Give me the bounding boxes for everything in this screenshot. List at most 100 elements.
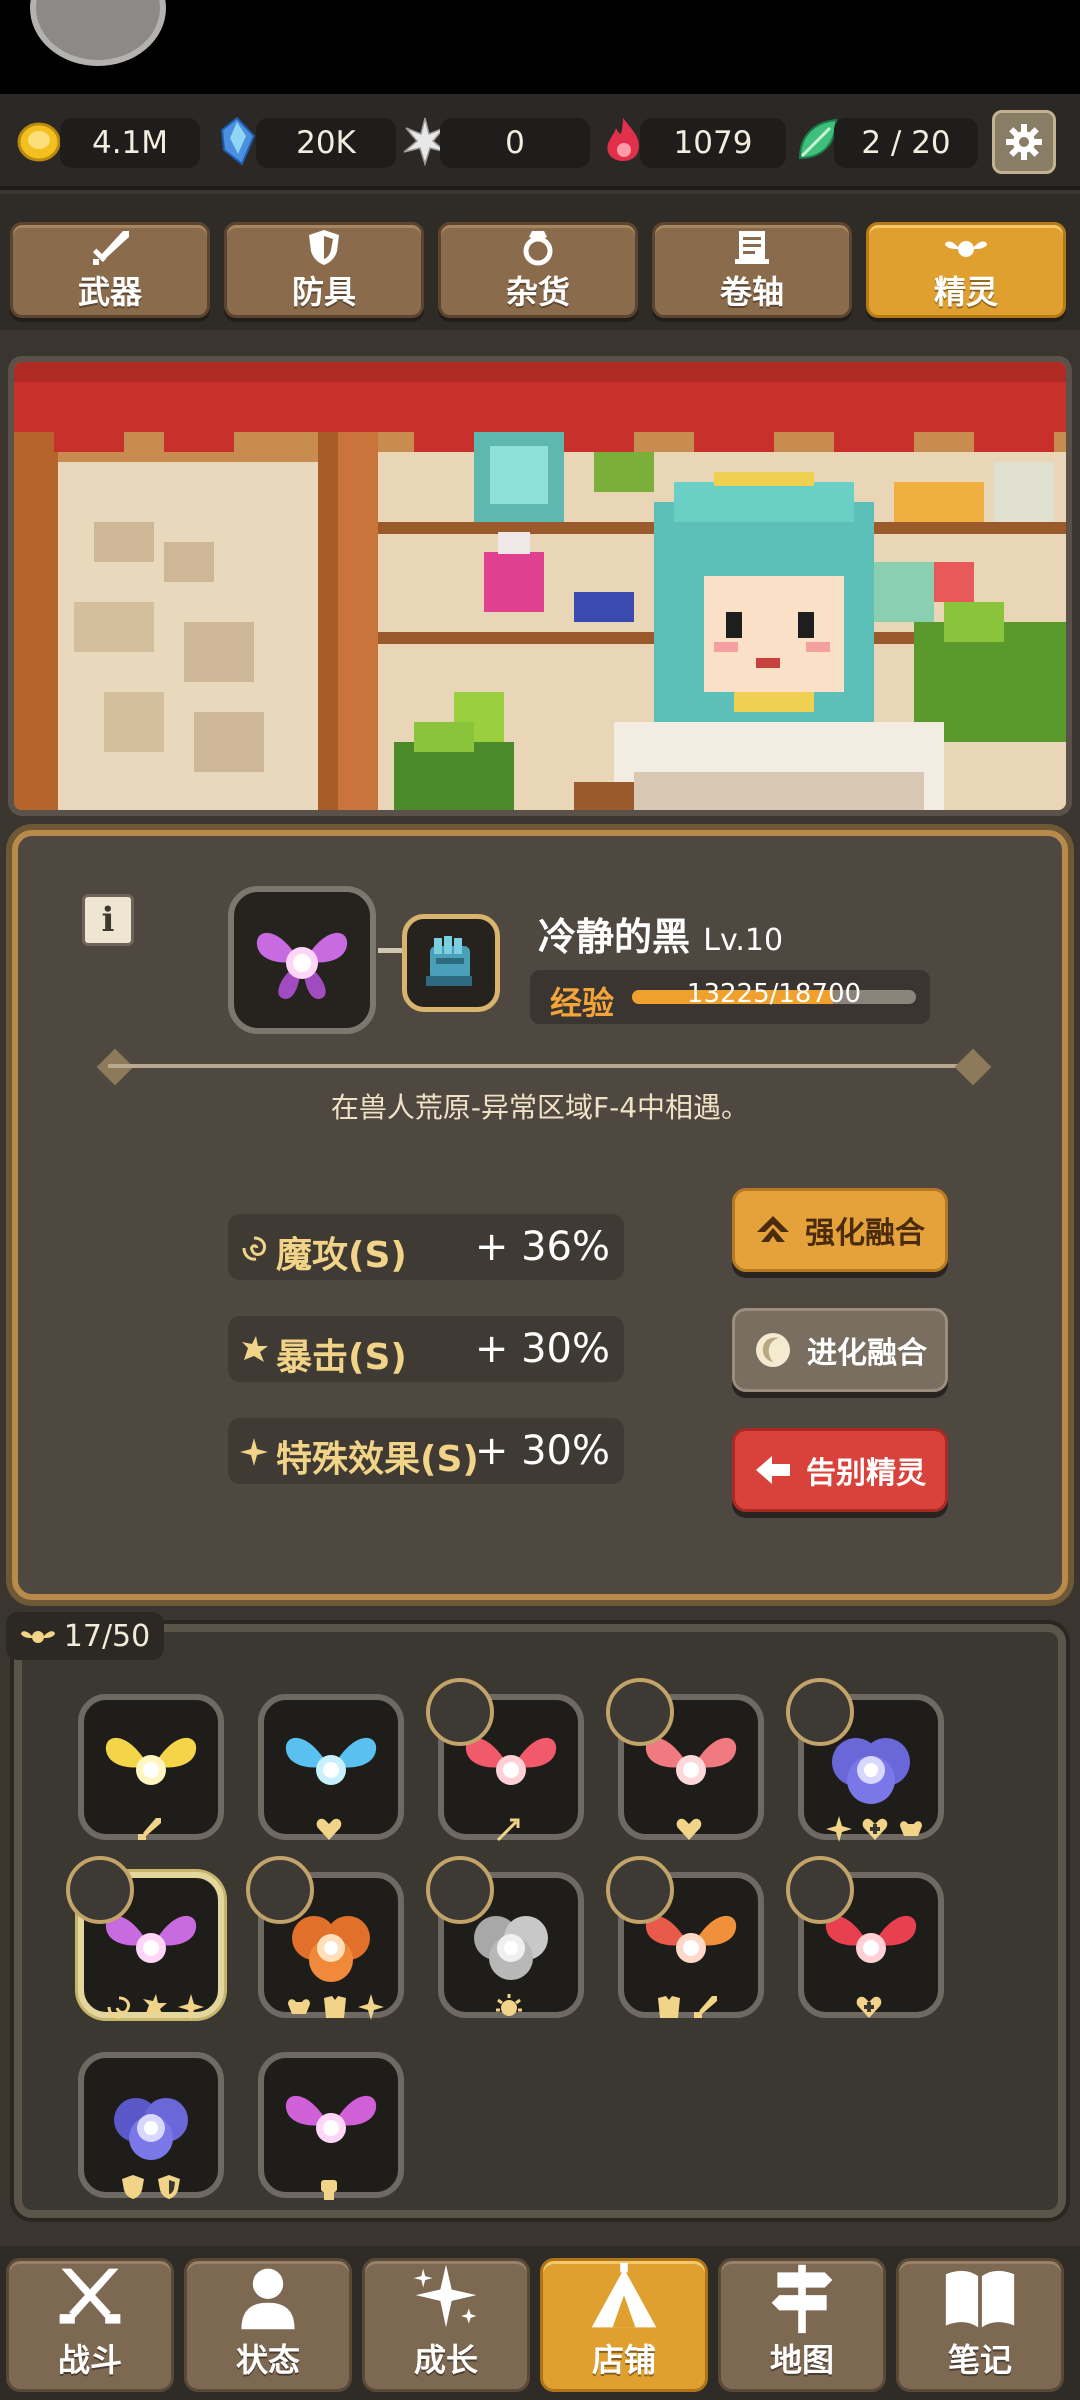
exp-box: 经验 13225/18700 <box>530 970 930 1024</box>
nav-growth[interactable]: 成长 <box>362 2258 530 2392</box>
tab-weapons[interactable]: 武器 <box>10 222 210 318</box>
shield-tag-icon <box>158 2175 180 2199</box>
link-connector <box>378 948 402 953</box>
item-badge <box>426 1678 494 1746</box>
tab-scrolls[interactable]: 卷轴 <box>652 222 852 318</box>
gold-coin-icon <box>17 122 61 162</box>
leaf-amount: 2 / 20 <box>834 118 978 168</box>
crit-tag-icon <box>143 1994 167 2018</box>
sparkle-icon <box>240 1438 268 1466</box>
tab-goods[interactable]: 杂货 <box>438 222 638 318</box>
blue-crystal-icon <box>220 116 256 166</box>
violet-spirit-icon <box>114 2098 188 2160</box>
shopkeeper-pixel-art <box>14 362 1066 810</box>
stat-magic-attack: 魔攻(S) + 36% <box>228 1214 624 1280</box>
heart-tag-icon <box>316 1818 342 1840</box>
spirit-level: Lv.10 <box>703 923 784 958</box>
currency-bar: 4.1M 20K 0 1079 2 / 20 <box>0 94 1080 190</box>
nav-status[interactable]: 状态 <box>184 2258 352 2392</box>
spirit-portrait[interactable] <box>228 886 376 1034</box>
category-tabs: 武器 防具 杂货 卷轴 精灵 <box>0 194 1080 330</box>
arrow-left-icon <box>756 1456 790 1484</box>
magic-swirl-icon <box>242 1236 266 1261</box>
exp-value: 13225/18700 <box>686 979 862 1009</box>
divider-diamond-right <box>954 1048 992 1086</box>
slot-tags <box>284 1992 386 2026</box>
shield-icon <box>309 230 339 265</box>
sword-tag-icon <box>138 1818 161 1840</box>
double-arrow-up-icon <box>757 1216 789 1242</box>
item-badge <box>66 1856 134 1924</box>
nav-map[interactable]: 地图 <box>718 2258 886 2392</box>
slot-tags <box>314 1814 344 1848</box>
scroll-icon <box>735 231 769 264</box>
sparkle-tag-icon <box>826 1816 852 1842</box>
yellow-fairy-icon <box>105 1737 197 1785</box>
muscle-tag-icon <box>288 1999 310 2014</box>
shop-scene <box>8 356 1072 816</box>
sparkle-tag-icon <box>358 1994 384 2020</box>
moon-orb-icon <box>756 1333 790 1367</box>
bottom-nav: 战斗 状态 成长 店铺 地图 笔记 <box>0 2246 1080 2400</box>
slot-tags <box>118 2172 184 2206</box>
heart-plus-tag-icon <box>856 1996 882 2018</box>
book-icon <box>945 2270 1015 2328</box>
nav-battle[interactable]: 战斗 <box>6 2258 174 2392</box>
arrow-tag-icon <box>496 1818 520 1842</box>
exp-label: 经验 <box>550 984 615 1022</box>
info-button[interactable]: i <box>82 894 134 946</box>
crystal-amount: 20K <box>256 118 396 168</box>
slot-tags <box>314 2172 344 2206</box>
gold-amount: 4.1M <box>60 118 200 168</box>
divider <box>108 1064 968 1068</box>
pink-fairy-icon <box>256 932 348 999</box>
ring-icon <box>523 231 553 266</box>
enhance-fusion-button[interactable]: 强化融合 <box>732 1188 948 1272</box>
stat-critical: 暴击(S) + 30% <box>228 1316 624 1382</box>
slot-tags <box>494 1992 524 2026</box>
slot-tags <box>824 1814 926 1848</box>
spirit-detail-panel: i 冷静的黑 Lv.10 经验 13225/18700 在兽人荒原-异常区域F-… <box>12 830 1068 1600</box>
magic-swirl-tag-icon <box>107 1996 130 2019</box>
crossed-swords-icon <box>59 2268 121 2324</box>
spirit-count-badge: 17/50 <box>6 1612 164 1660</box>
sword-icon <box>92 231 129 265</box>
nav-shop[interactable]: 店铺 <box>540 2258 708 2392</box>
slot-tags <box>674 1814 704 1848</box>
nav-notes[interactable]: 笔记 <box>896 2258 1064 2392</box>
sparkle-tag-icon <box>178 1994 204 2020</box>
spirit-icon <box>945 241 987 257</box>
star-amount: 0 <box>440 118 590 168</box>
sword-tag-icon <box>694 1996 717 2018</box>
slot-tags <box>104 1992 206 2026</box>
gauntlet-icon <box>426 936 472 986</box>
settings-button[interactable] <box>992 110 1056 174</box>
release-spirit-button[interactable]: 告别精灵 <box>732 1428 948 1512</box>
armor-tag-icon <box>324 1996 346 2018</box>
burst-tag-icon <box>496 1994 522 2016</box>
item-badge <box>786 1678 854 1746</box>
item-badge <box>426 1856 494 1924</box>
slot-tags <box>494 1814 524 1848</box>
flame-amount: 1079 <box>640 118 786 168</box>
stat-special-effect: 特殊效果(S) + 30% <box>228 1418 624 1484</box>
tab-armor[interactable]: 防具 <box>224 222 424 318</box>
item-badge <box>246 1856 314 1924</box>
heart-plus-tag-icon <box>862 1818 888 1840</box>
pink-fairy-icon <box>285 2095 377 2143</box>
magic-shield-tag-icon <box>122 2175 144 2199</box>
person-icon <box>241 2268 295 2330</box>
item-badge <box>606 1678 674 1746</box>
encounter-location: 在兽人荒原-异常区域F-4中相遇。 <box>330 1091 750 1124</box>
slot-tags <box>854 1992 884 2026</box>
tab-spirits[interactable]: 精灵 <box>866 222 1066 318</box>
equipped-item[interactable] <box>402 914 500 1012</box>
signpost-icon <box>771 2264 833 2334</box>
growth-star-icon <box>413 2264 477 2328</box>
fist-tag-icon <box>321 2180 337 2200</box>
item-badge <box>786 1856 854 1924</box>
spirit-inventory <box>14 1624 1066 2218</box>
crit-burst-icon <box>242 1336 268 1362</box>
evolve-fusion-button[interactable]: 进化融合 <box>732 1308 948 1392</box>
gear-icon <box>1006 124 1042 160</box>
